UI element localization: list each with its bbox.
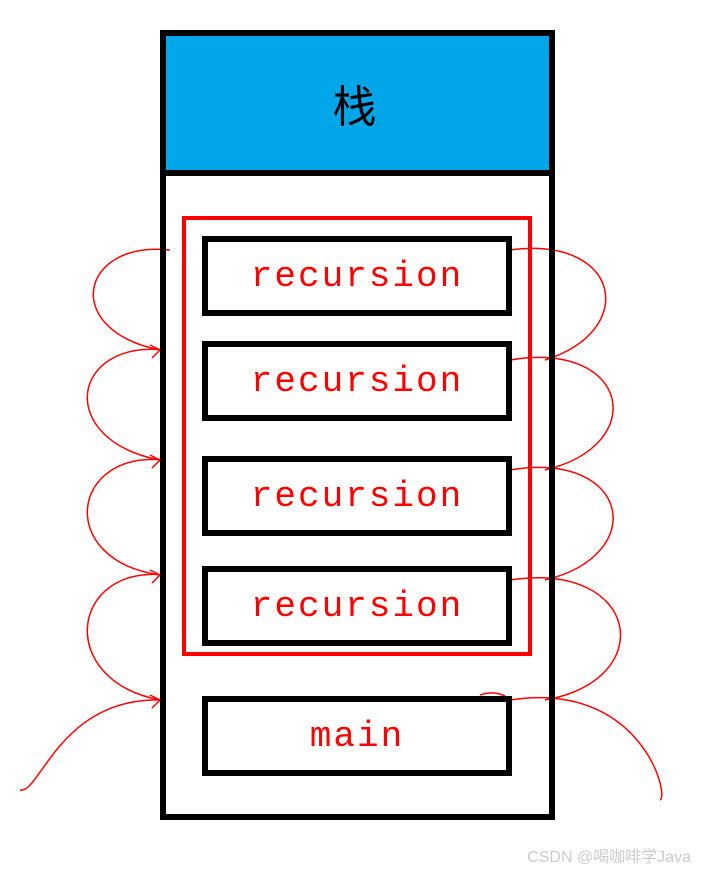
stack-frame: recursion bbox=[202, 236, 512, 316]
stack-container: 栈 recursion recursion recursion recursio… bbox=[160, 30, 555, 820]
frame-label: main bbox=[310, 716, 404, 757]
frame-label: recursion bbox=[251, 256, 463, 297]
stack-frame: recursion bbox=[202, 566, 512, 646]
stack-title: 栈 bbox=[333, 71, 383, 135]
frame-label: recursion bbox=[251, 586, 463, 627]
frame-label: recursion bbox=[251, 361, 463, 402]
stack-frame: main bbox=[202, 696, 512, 776]
stack-frame: recursion bbox=[202, 341, 512, 421]
watermark: CSDN @喝咖啡学Java bbox=[527, 843, 691, 867]
stack-header: 栈 bbox=[166, 36, 549, 176]
stack-frame: recursion bbox=[202, 456, 512, 536]
frame-label: recursion bbox=[251, 476, 463, 517]
